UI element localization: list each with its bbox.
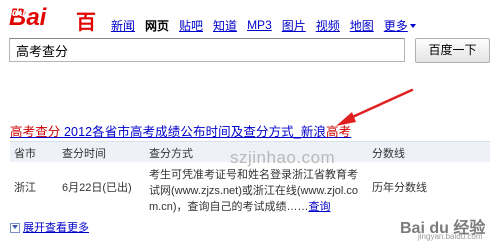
search-input[interactable] (10, 39, 404, 61)
jingyan-watermark: Bai du 经验 jingyan.baidu.com (400, 214, 485, 241)
row-method-line-2: 试网(www.zjzs.net)或浙江在线(www.zjol.co (149, 185, 359, 197)
nav-web[interactable]: 网页 (145, 17, 169, 34)
expand-label: 展开查看更多 (23, 222, 89, 234)
header-method: 查分方式 (149, 148, 193, 160)
nav-map[interactable]: 地图 (350, 17, 374, 34)
row-time: 6月22日(已出) (62, 182, 132, 194)
expand-icon (10, 223, 20, 234)
nav-more-label: 更多 (383, 18, 408, 33)
jingyan-url: jingyan.baidu.com (418, 232, 483, 241)
logo-paw-text: du (12, 7, 26, 19)
row-province: 浙江 (14, 182, 36, 194)
nav-news[interactable]: 新闻 (111, 17, 135, 34)
title-text: 2012各省市高考成绩公布时间及查分方式_新浪 (60, 125, 327, 139)
top-nav: 新闻 网页 贴吧 知道 MP3 图片 视频 地图 更多 (111, 16, 426, 34)
row-method-line-3-text: m.cn)，查询自己的考试成绩…… (149, 201, 309, 213)
search-box (9, 38, 405, 62)
nav-tieba[interactable]: 贴吧 (179, 17, 203, 34)
search-button[interactable]: 百度一下 (415, 38, 490, 63)
site-watermark: szjinhao.com (230, 148, 336, 167)
nav-zhidao[interactable]: 知道 (213, 17, 237, 34)
header-time: 查分时间 (62, 148, 106, 160)
expand-more-link[interactable]: 展开查看更多 (10, 219, 89, 235)
nav-mp3[interactable]: MP3 (247, 18, 272, 32)
header-score-line: 分数线 (372, 148, 405, 160)
row-method-line-1: 考生可凭准考证号和姓名登录浙江省教育考 (149, 169, 358, 181)
header-province: 省市 (14, 148, 36, 160)
row-method: 考生可凭准考证号和姓名登录浙江省教育考 试网(www.zjzs.net)或浙江在… (149, 167, 374, 215)
nav-images[interactable]: 图片 (282, 17, 306, 34)
baidu-logo[interactable]: Bai du 百度 (9, 2, 107, 63)
row-method-line-3: m.cn)，查询自己的考试成绩……查询 (149, 199, 374, 215)
annotation-arrow-icon (336, 88, 414, 126)
nav-more[interactable]: 更多 (384, 17, 416, 34)
row-score-line[interactable]: 历年分数线 (372, 179, 427, 195)
chevron-down-icon (409, 24, 416, 29)
nav-video[interactable]: 视频 (316, 17, 340, 34)
title-highlight-1: 高考查分 (10, 125, 61, 139)
query-link[interactable]: 查询 (309, 201, 331, 213)
